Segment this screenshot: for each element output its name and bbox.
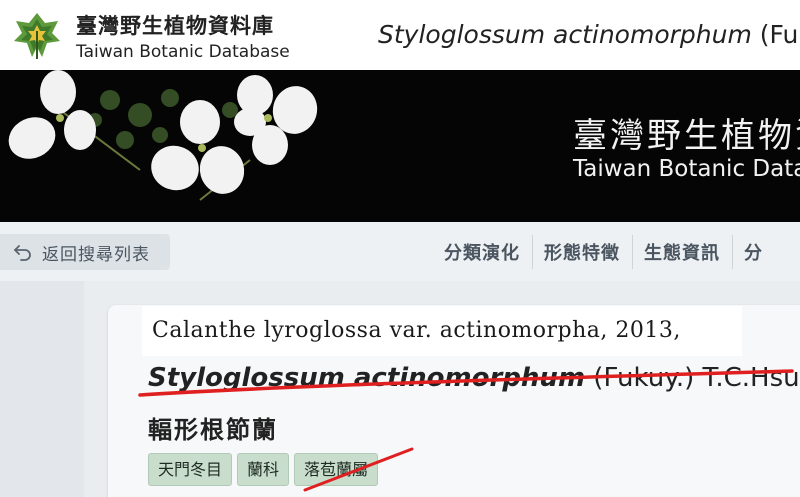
- chinese-name: 輻形根節蘭: [148, 416, 278, 444]
- nav-link-taxonomy[interactable]: 分類演化: [444, 235, 533, 269]
- tag-genus[interactable]: 落苞蘭屬: [294, 453, 379, 486]
- banner-title-zh: 臺灣野生植物資: [573, 116, 800, 156]
- header-species-author: (Fukuy: [759, 20, 800, 49]
- back-button-label: 返回搜尋列表: [42, 244, 150, 265]
- section-nav: 返回搜尋列表 分類演化 形態特徵 生態資訊 分: [0, 222, 800, 281]
- left-gutter: [0, 281, 84, 497]
- scientific-name-author: (Fukuy.) T.C.Hsu: [585, 363, 800, 393]
- back-to-search-button[interactable]: 返回搜尋列表: [0, 234, 170, 270]
- tag-family[interactable]: 蘭科: [237, 453, 290, 486]
- undo-arrow-icon: [14, 245, 31, 261]
- site-name-zh[interactable]: 臺灣野生植物資料庫: [76, 10, 274, 40]
- scientific-name-binomial: Styloglossum actinomorphum: [148, 363, 586, 393]
- site-header: 臺灣野生植物資料庫 Taiwan Botanic Database Stylog…: [0, 0, 800, 70]
- taxonomy-tags: 天門冬目 蘭科 落苞蘭屬: [148, 453, 383, 486]
- banner-title-en: Taiwan Botanic Datal: [573, 156, 800, 182]
- leaf-logo-icon[interactable]: [12, 11, 62, 61]
- nav-link-ecology[interactable]: 生態資訊: [644, 235, 733, 269]
- hero-banner: 臺灣野生植物資 Taiwan Botanic Datal: [0, 70, 800, 222]
- site-name-en[interactable]: Taiwan Botanic Database: [76, 42, 290, 62]
- section-links: 分類演化 形態特徵 生態資訊 分: [444, 235, 786, 269]
- tag-order[interactable]: 天門冬目: [148, 453, 233, 486]
- scientific-name: Styloglossum actinomorphum (Fukuy.) T.C.…: [148, 363, 800, 393]
- header-species-title: Styloglossum actinomorphum (Fukuy: [378, 20, 800, 49]
- header-species-genus: Styloglossum actinomorphum: [378, 20, 752, 49]
- nav-link-distribution[interactable]: 分: [744, 235, 775, 269]
- synonym-text: Calanthe lyroglossa var. actinomorpha, 2…: [152, 318, 681, 343]
- nav-link-morphology[interactable]: 形態特徵: [544, 235, 633, 269]
